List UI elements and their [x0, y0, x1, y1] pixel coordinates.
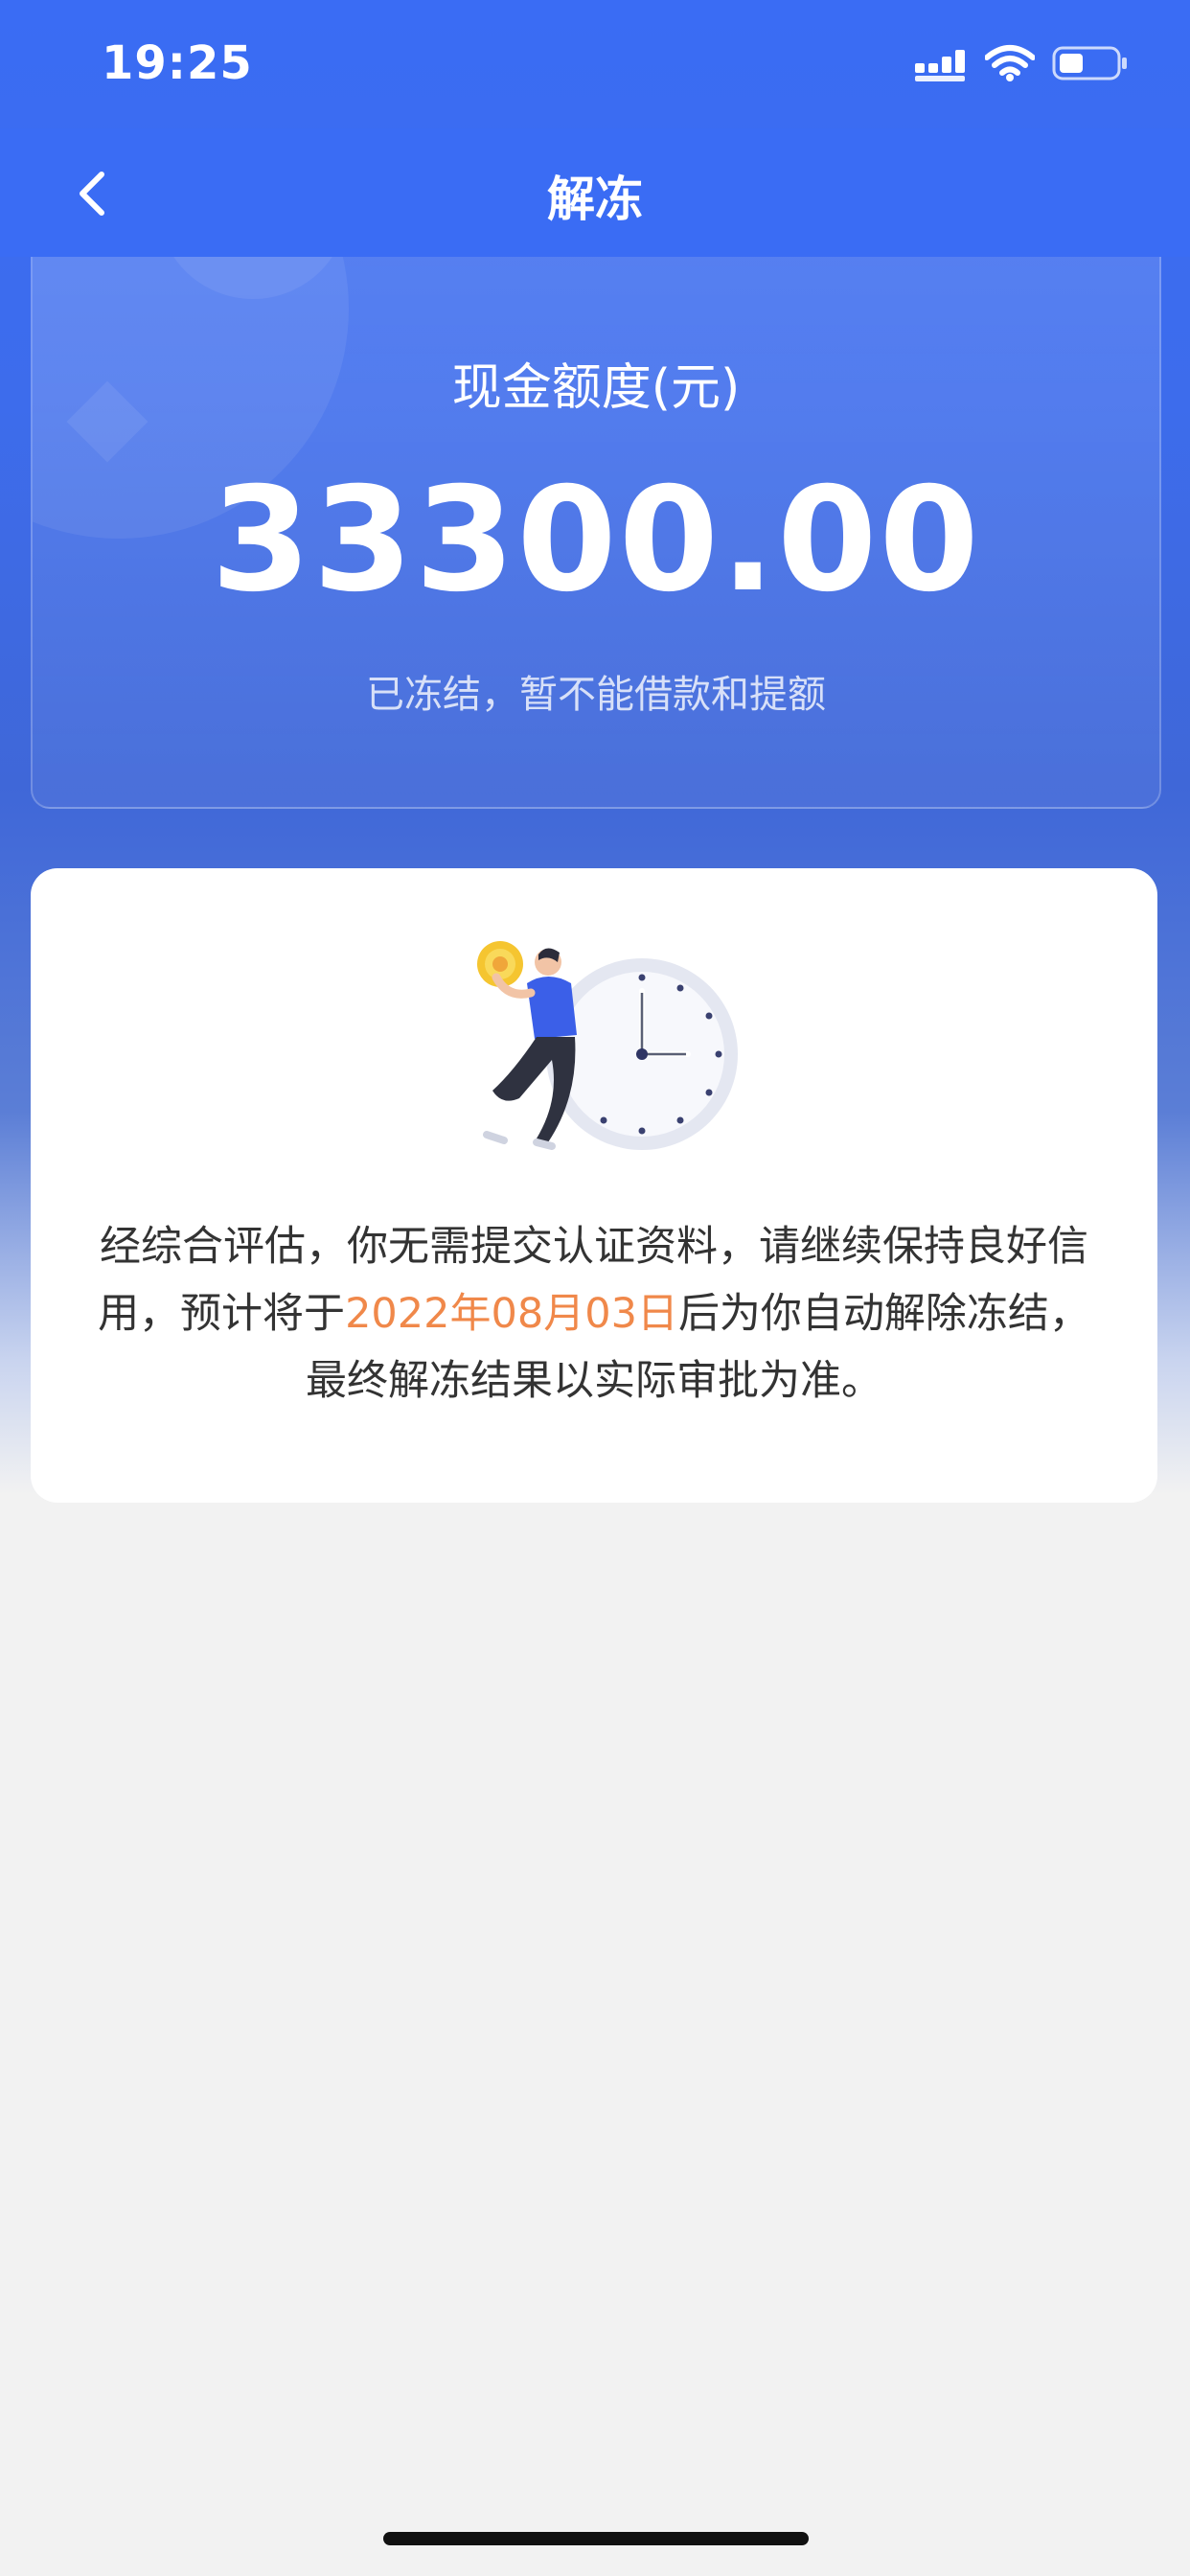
cash-limit-label: 现金额度(元)	[451, 359, 741, 417]
signal-icon	[915, 50, 965, 81]
clock-illustration	[477, 941, 738, 1150]
status-time: 19:25	[102, 36, 253, 90]
frozen-notice: 已冻结，暂不能借款和提额	[366, 673, 826, 717]
nav-bar: 解冻	[0, 128, 1190, 257]
page-title: 解冻	[547, 172, 643, 227]
battery-icon	[1052, 46, 1127, 80]
unfreeze-description: 经综合评估，你无需提交认证资料，请继续保持良好信用，预计将于2022年08月03…	[88, 1213, 1100, 1414]
status-bar: 19:25	[0, 0, 1190, 128]
wifi-icon	[985, 45, 1035, 81]
credit-summary-card: 现金额度(元) 33300.00 已冻结，暂不能借款和提额	[31, 192, 1161, 809]
unfreeze-info-card: 经综合评估，你无需提交认证资料，请继续保持良好信用，预计将于2022年08月03…	[31, 868, 1157, 1503]
home-indicator[interactable]	[383, 2532, 809, 2545]
unfreeze-date: 2022年08月03日	[345, 1290, 678, 1338]
cash-limit-amount: 33300.00	[211, 457, 981, 624]
